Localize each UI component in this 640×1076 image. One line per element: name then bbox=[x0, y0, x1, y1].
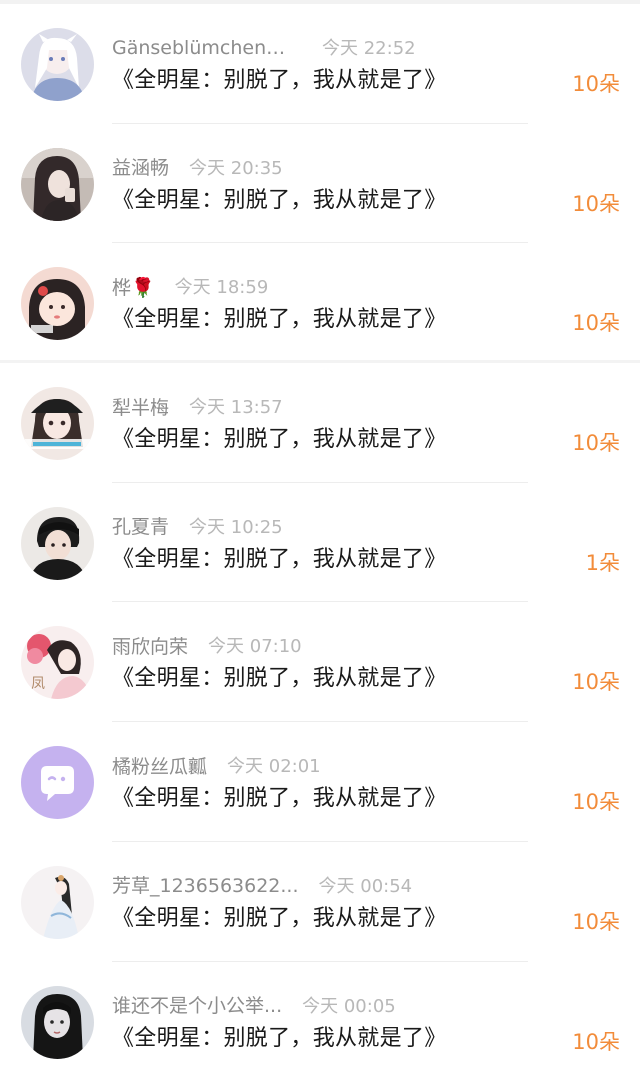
record-meta: 孔夏青 今天 10:25 bbox=[112, 511, 283, 541]
avatar-image bbox=[21, 985, 94, 1059]
avatar-image bbox=[21, 506, 94, 580]
record-time: 今天 13:57 bbox=[189, 397, 283, 419]
record-meta: 橘粉丝瓜瓤 今天 02:01 bbox=[112, 750, 321, 780]
gift-count: 10朵 bbox=[572, 790, 620, 815]
avatar-image bbox=[21, 28, 94, 101]
list-item[interactable]: 益涵畅 今天 20:35 《全明星：别脱了，我从就是了》 10朵 bbox=[0, 124, 640, 244]
anime-girl-avatar[interactable] bbox=[21, 28, 94, 101]
girl-photo-avatar[interactable] bbox=[21, 147, 94, 221]
user-name[interactable]: 雨欣向荣 bbox=[112, 632, 188, 659]
book-title: 《全明星：别脱了，我从就是了》 bbox=[112, 187, 447, 213]
list-item[interactable]: 桦🌹 今天 18:59 《全明星：别脱了，我从就是了》 10朵 bbox=[0, 243, 640, 364]
girl-cap-avatar[interactable] bbox=[21, 387, 94, 461]
record-time: 今天 00:05 bbox=[302, 995, 396, 1017]
gift-record-list: Gänseblümchen🌿... 今天 22:52 《全明星：别脱了，我从就是… bbox=[0, 4, 640, 1076]
gift-count: 10朵 bbox=[572, 1029, 620, 1054]
gift-count: 10朵 bbox=[572, 909, 620, 934]
user-name[interactable]: 犁半梅 bbox=[112, 393, 169, 420]
user-name[interactable]: 益涵畅 bbox=[112, 153, 169, 180]
avatar-image bbox=[21, 865, 94, 939]
gift-count: 1朵 bbox=[585, 550, 620, 575]
book-title: 《全明星：别脱了，我从就是了》 bbox=[112, 666, 447, 692]
avatar-image: 凤 bbox=[21, 626, 94, 700]
book-title: 《全明星：别脱了，我从就是了》 bbox=[112, 786, 447, 812]
book-title: 《全明星：别脱了，我从就是了》 bbox=[112, 68, 447, 93]
book-title: 《全明星：别脱了，我从就是了》 bbox=[112, 546, 447, 572]
record-meta: 谁还不是个小公举... 今天 00:05 bbox=[112, 990, 396, 1020]
avatar-image bbox=[21, 387, 94, 461]
flower-girl-avatar[interactable]: 凤 bbox=[21, 626, 94, 700]
user-name[interactable]: 橘粉丝瓜瓤 bbox=[112, 752, 207, 779]
list-item[interactable]: 犁半梅 今天 13:57 《全明星：别脱了，我从就是了》 10朵 bbox=[0, 363, 640, 483]
gift-count: 10朵 bbox=[572, 431, 620, 456]
book-title: 《全明星：别脱了，我从就是了》 bbox=[112, 427, 447, 453]
avatar-image bbox=[21, 746, 94, 820]
record-time: 今天 00:54 bbox=[318, 875, 413, 897]
record-meta: 桦🌹 今天 18:59 bbox=[112, 271, 268, 301]
list-item[interactable]: 凤 雨欣向荣 今天 07:10 《全明星：别脱了，我从就是了》 10朵 bbox=[0, 602, 640, 722]
gift-count: 10朵 bbox=[572, 191, 620, 216]
gift-count: 10朵 bbox=[572, 72, 620, 96]
record-time: 今天 22:52 bbox=[322, 38, 416, 59]
record-time: 今天 10:25 bbox=[189, 516, 283, 538]
hanfu-girl-avatar[interactable] bbox=[21, 865, 94, 939]
gift-record-page: Gänseblümchen🌿... 今天 22:52 《全明星：别脱了，我从就是… bbox=[0, 0, 640, 1076]
record-time: 今天 18:59 bbox=[174, 277, 269, 299]
list-item[interactable]: 橘粉丝瓜瓤 今天 02:01 《全明星：别脱了，我从就是了》 10朵 bbox=[0, 722, 640, 842]
book-title: 《全明星：别脱了，我从就是了》 bbox=[112, 905, 447, 931]
record-time: 今天 07:10 bbox=[208, 636, 302, 658]
user-name[interactable]: 芳草_1236563622... bbox=[112, 871, 299, 898]
avatar-image bbox=[21, 267, 94, 341]
user-name[interactable]: 桦🌹 bbox=[112, 273, 155, 300]
doll-avatar[interactable] bbox=[21, 267, 94, 341]
record-meta: Gänseblümchen🌿... 今天 22:52 bbox=[112, 32, 416, 62]
gift-count: 10朵 bbox=[572, 311, 620, 336]
gift-count: 10朵 bbox=[572, 670, 620, 695]
record-time: 今天 20:35 bbox=[189, 157, 283, 179]
boy-photo-avatar[interactable] bbox=[21, 506, 94, 580]
list-item[interactable]: 谁还不是个小公举... 今天 00:05 《全明星：别脱了，我从就是了》 10朵 bbox=[0, 962, 640, 1076]
user-name[interactable]: 孔夏青 bbox=[112, 512, 169, 539]
record-meta: 犁半梅 今天 13:57 bbox=[112, 391, 283, 421]
list-item[interactable]: Gänseblümchen🌿... 今天 22:52 《全明星：别脱了，我从就是… bbox=[0, 4, 640, 124]
record-time: 今天 02:01 bbox=[227, 756, 321, 778]
record-meta: 雨欣向荣 今天 07:10 bbox=[112, 630, 302, 660]
dark-hair-girl-avatar[interactable] bbox=[21, 985, 94, 1059]
book-title: 《全明星：别脱了，我从就是了》 bbox=[112, 1025, 447, 1051]
default-chat-avatar[interactable] bbox=[21, 746, 94, 820]
list-item[interactable]: 孔夏青 今天 10:25 《全明星：别脱了，我从就是了》 1朵 bbox=[0, 483, 640, 603]
list-item[interactable]: 芳草_1236563622... 今天 00:54 《全明星：别脱了，我从就是了… bbox=[0, 842, 640, 962]
user-name[interactable]: Gänseblümchen🌿... bbox=[112, 36, 302, 59]
svg-text:凤: 凤 bbox=[31, 676, 45, 692]
book-title: 《全明星：别脱了，我从就是了》 bbox=[112, 307, 447, 333]
record-meta: 益涵畅 今天 20:35 bbox=[112, 152, 283, 182]
user-name[interactable]: 谁还不是个小公举... bbox=[112, 991, 282, 1018]
record-meta: 芳草_1236563622... 今天 00:54 bbox=[112, 870, 412, 900]
avatar-image bbox=[21, 147, 94, 221]
